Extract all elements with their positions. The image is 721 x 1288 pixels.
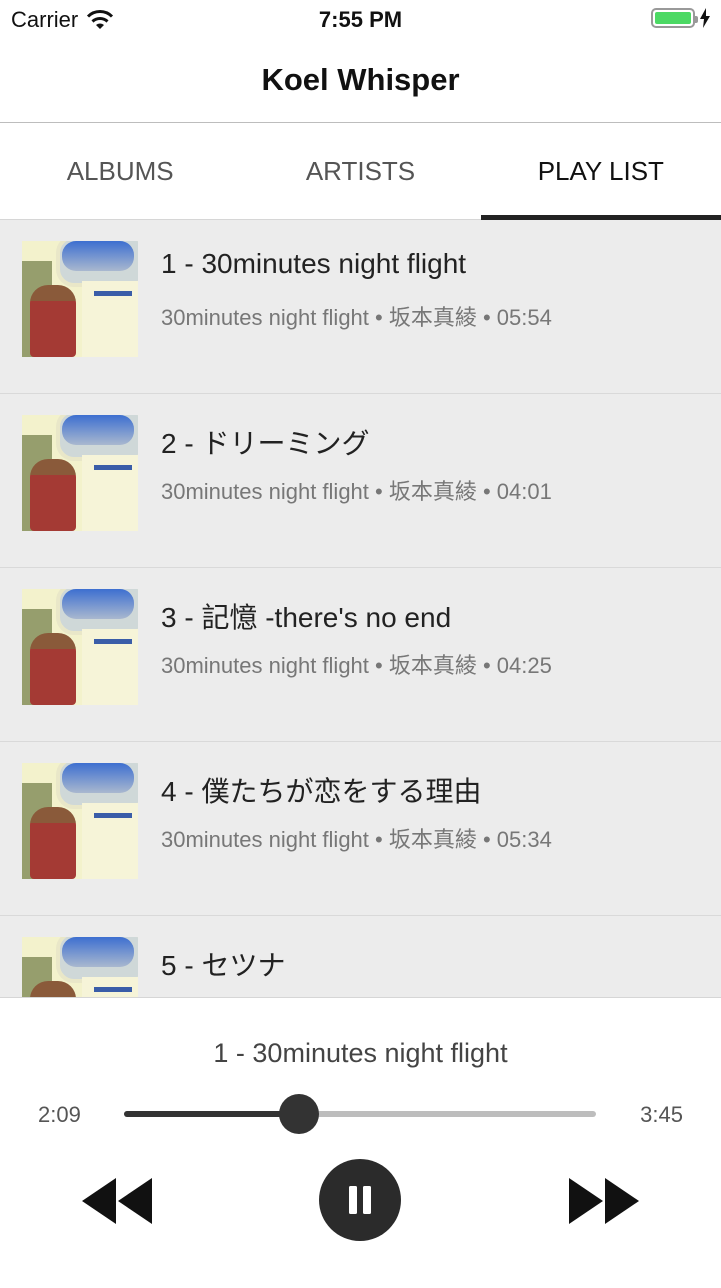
fast-forward-icon — [569, 1178, 639, 1224]
progress-fill — [124, 1111, 299, 1117]
track-meta: 30minutes night flight • 坂本真綾 • 05:34 — [161, 827, 552, 852]
playlist[interactable]: 1 - 30minutes night flight 30minutes nig… — [0, 220, 721, 997]
list-item[interactable]: 5 - セツナ — [0, 916, 721, 997]
track-title: 2 - ドリーミング — [161, 428, 370, 459]
now-playing-title: 1 - 30minutes night flight — [213, 1038, 508, 1068]
tab-artists[interactable]: ARTISTS — [240, 123, 480, 219]
list-item[interactable]: 1 - 30minutes night flight 30minutes nig… — [0, 220, 721, 394]
album-art — [22, 937, 138, 997]
album-art — [22, 589, 138, 705]
elapsed-time: 2:09 — [38, 1102, 81, 1127]
battery-icon — [651, 8, 698, 28]
album-art — [22, 415, 138, 531]
tab-albums[interactable]: ALBUMS — [0, 123, 240, 219]
list-item[interactable]: 3 - 記憶 -there's no end 30minutes night f… — [0, 568, 721, 742]
rewind-button[interactable] — [78, 1170, 156, 1232]
navigation-bar: Koel Whisper — [0, 40, 721, 123]
track-title: 3 - 記憶 -there's no end — [161, 602, 452, 633]
fast-forward-button[interactable] — [565, 1170, 643, 1232]
list-item[interactable]: 4 - 僕たちが恋をする理由 30minutes night flight • … — [0, 742, 721, 916]
track-title: 1 - 30minutes night flight — [161, 248, 467, 279]
track-meta: 30minutes night flight • 坂本真綾 • 04:25 — [161, 653, 552, 678]
charging-bolt-icon — [700, 8, 710, 28]
tab-play-list[interactable]: PLAY LIST — [480, 123, 721, 220]
track-meta: 30minutes night flight • 坂本真綾 • 04:01 — [161, 479, 552, 504]
pause-button[interactable] — [319, 1159, 401, 1241]
tab-bar: ALBUMS ARTISTS PLAY LIST — [0, 123, 721, 220]
rewind-icon — [82, 1178, 152, 1224]
player-panel: 1 - 30minutes night flight 2:09 3:45 — [0, 997, 721, 1288]
status-bar: Carrier 7:55 PM — [0, 0, 721, 40]
track-title: 5 - セツナ — [161, 950, 286, 981]
album-art — [22, 241, 138, 357]
track-meta: 30minutes night flight • 坂本真綾 • 05:54 — [161, 305, 552, 330]
page-title: Koel Whisper — [261, 62, 460, 97]
battery — [651, 8, 711, 28]
clock: 7:55 PM — [318, 7, 403, 32]
slider-thumb[interactable] — [278, 1094, 319, 1134]
album-art — [22, 763, 138, 879]
total-time: 3:45 — [640, 1102, 683, 1127]
list-item[interactable]: 2 - ドリーミング 30minutes night flight • 坂本真綾… — [0, 394, 721, 568]
pause-icon — [349, 1186, 371, 1214]
track-title: 4 - 僕たちが恋をする理由 — [161, 776, 482, 807]
progress-slider[interactable] — [124, 1094, 596, 1134]
